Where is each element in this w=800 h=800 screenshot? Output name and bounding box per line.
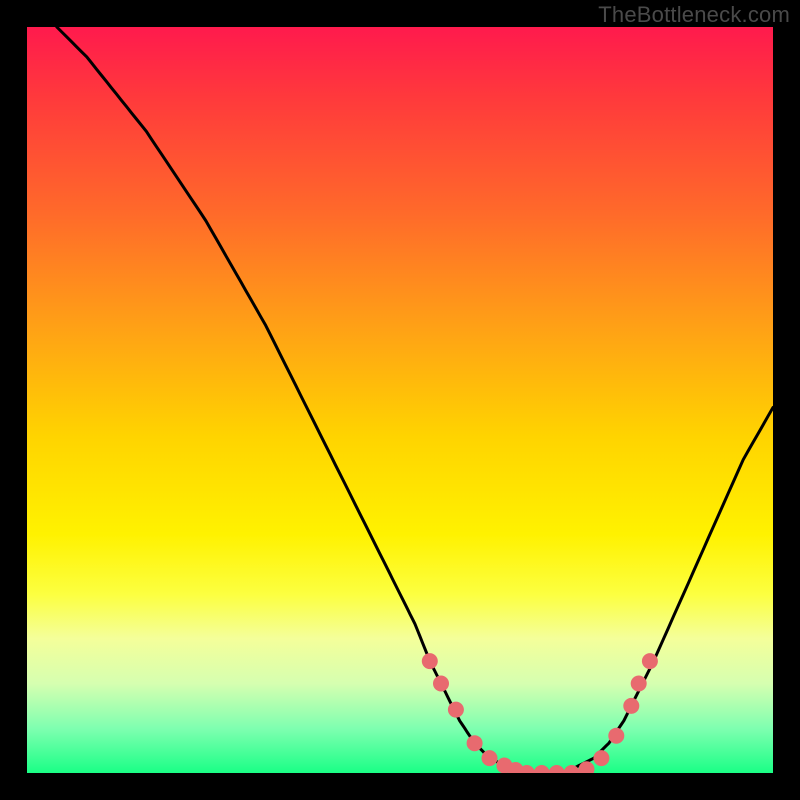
data-marker [482,750,498,766]
data-marker [448,702,464,718]
data-marker [642,653,658,669]
data-marker [467,735,483,751]
data-marker [433,676,449,692]
data-marker [549,765,565,773]
data-marker [593,750,609,766]
data-marker [608,728,624,744]
chart-svg [27,27,773,773]
chart-frame: TheBottleneck.com [0,0,800,800]
plot-area [27,27,773,773]
data-marker [623,698,639,714]
data-marker [534,765,550,773]
attribution-label: TheBottleneck.com [598,2,790,28]
data-marker [422,653,438,669]
data-marker [631,676,647,692]
marker-group [422,653,658,773]
bottleneck-curve [57,27,773,773]
